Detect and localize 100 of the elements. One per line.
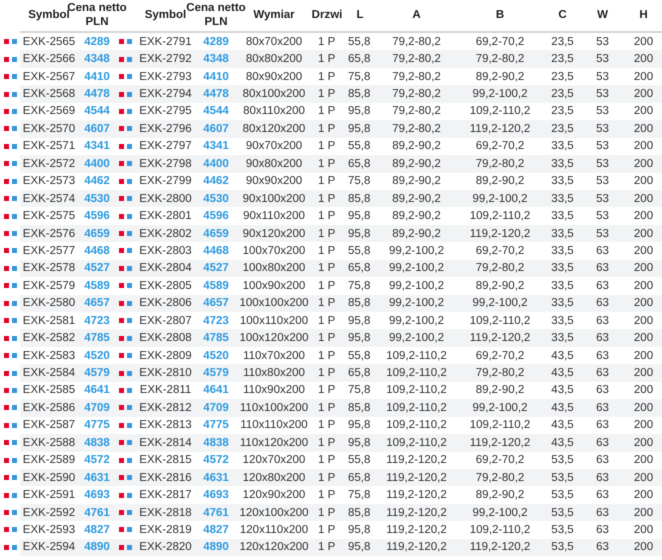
squares-icon	[119, 405, 132, 410]
symbol-cell: EXK-2801	[139, 210, 192, 222]
symbol-cell: EXK-2815	[139, 454, 192, 466]
dimension-cell: 100x100x200	[239, 297, 309, 310]
cell: 119,2-120,2	[386, 541, 447, 554]
symbol-cell: EXK-2586	[22, 402, 76, 414]
dimension-cell: 100x90x200	[242, 280, 306, 292]
price-cell: 4827	[203, 524, 229, 536]
symbol-cell: EXK-2820	[139, 541, 192, 554]
squares-icon	[4, 214, 16, 219]
cell: 53,5	[551, 489, 574, 502]
doors-cell: 1 P	[318, 314, 336, 327]
doors-cell: 1 P	[318, 454, 336, 466]
dimension-cell: 110x90x200	[243, 384, 305, 396]
symbol-cell: EXK-2798	[139, 158, 192, 170]
symbol-cell: EXK-2792	[139, 53, 192, 66]
price-cell: 4572	[84, 454, 110, 466]
cell: 79,2-80,2	[392, 53, 441, 66]
cell: 95,8	[348, 122, 370, 135]
price-cell: 4641	[84, 384, 110, 396]
cell: 85,8	[348, 402, 370, 414]
cell: 99,2-100,2	[472, 88, 528, 100]
dimension-cell: 120x70x200	[242, 454, 306, 466]
cell: 200	[634, 192, 654, 205]
cell: 95,8	[348, 541, 370, 554]
cell: 63	[596, 454, 609, 466]
dimension-cell: 90x100x200	[242, 192, 306, 205]
price-cell: 4527	[84, 262, 110, 274]
squares-icon	[119, 370, 132, 376]
dimension-cell: 120x80x200	[242, 472, 306, 484]
dimension-cell: 90x110x200	[243, 210, 305, 222]
cell: 89,2-90,2	[476, 70, 524, 83]
symbol-cell: EXK-2582	[22, 332, 76, 344]
squares-icon	[4, 300, 16, 306]
dimension-cell: 80x120x200	[242, 122, 306, 135]
symbol-cell: EXK-2573	[22, 175, 76, 188]
doors-cell: 1 P	[318, 367, 336, 380]
price-cell: 4589	[84, 280, 110, 292]
cell: 55,8	[348, 350, 370, 362]
cell: 200	[634, 122, 654, 135]
cell: 85,8	[348, 297, 370, 310]
squares-icon	[4, 492, 16, 498]
price-cell: 4723	[203, 314, 229, 327]
cell: 200	[634, 262, 654, 274]
price-cell: 4579	[203, 367, 229, 380]
squares-icon	[119, 300, 132, 306]
price-cell: 4289	[203, 36, 229, 48]
symbol-cell: EXK-2581	[22, 314, 76, 327]
cell: 119,2-120,2	[386, 489, 447, 502]
symbol-cell: EXK-2806	[139, 297, 192, 310]
squares-icon	[119, 74, 132, 80]
doors-cell: 1 P	[318, 402, 336, 414]
cell: 53,5	[551, 454, 574, 466]
cell: 33,5	[551, 228, 574, 240]
cell: 200	[634, 105, 654, 118]
column-header: Symbol	[144, 8, 186, 22]
squares-icon	[119, 161, 132, 166]
doors-cell: 1 P	[318, 228, 336, 240]
squares-icon	[4, 527, 16, 532]
cell: 95,8	[348, 332, 370, 344]
cell: 99,2-100,2	[389, 314, 444, 327]
squares-icon	[4, 458, 16, 463]
cell: 33,5	[551, 192, 574, 205]
symbol-cell: EXK-2578	[22, 262, 76, 274]
cell: 69,2-70,2	[476, 350, 524, 362]
squares-icon	[119, 458, 132, 463]
column-header: C	[558, 8, 567, 22]
symbol-cell: EXK-2594	[22, 541, 76, 554]
symbol-cell: EXK-2593	[22, 524, 76, 536]
cell: 99,2-100,2	[389, 297, 444, 310]
squares-icon	[4, 510, 16, 516]
doors-cell: 1 P	[318, 472, 336, 484]
cell: 79,2-80,2	[392, 36, 441, 48]
doors-cell: 1 P	[318, 350, 336, 362]
cell: 119,2-120,2	[386, 506, 447, 519]
cell: 53	[596, 210, 609, 222]
column-header: Cena netto PLN	[186, 2, 246, 29]
symbol-cell: EXK-2584	[22, 367, 76, 380]
price-cell: 4468	[84, 244, 110, 257]
cell: 53	[596, 175, 609, 188]
cell: 89,2-90,2	[392, 210, 441, 222]
cell: 95,8	[348, 419, 370, 432]
cell: 200	[634, 367, 654, 380]
cell: 79,2-80,2	[392, 88, 441, 100]
cell: 109,2-110,2	[386, 384, 447, 396]
symbol-cell: EXK-2812	[139, 402, 192, 414]
symbol-cell: EXK-2569	[22, 105, 76, 118]
price-cell: 4596	[84, 210, 110, 222]
doors-cell: 1 P	[318, 280, 336, 292]
cell: 200	[634, 244, 654, 257]
price-cell: 4657	[203, 297, 229, 310]
squares-icon	[4, 370, 16, 376]
price-cell: 4693	[203, 489, 229, 502]
symbol-cell: EXK-2566	[22, 53, 76, 66]
doors-cell: 1 P	[318, 524, 336, 536]
cell: 65,8	[348, 472, 370, 484]
cell: 69,2-70,2	[476, 244, 524, 257]
price-cell: 4709	[84, 402, 110, 414]
cell: 99,2-100,2	[389, 332, 444, 344]
price-cell: 4607	[203, 122, 229, 135]
